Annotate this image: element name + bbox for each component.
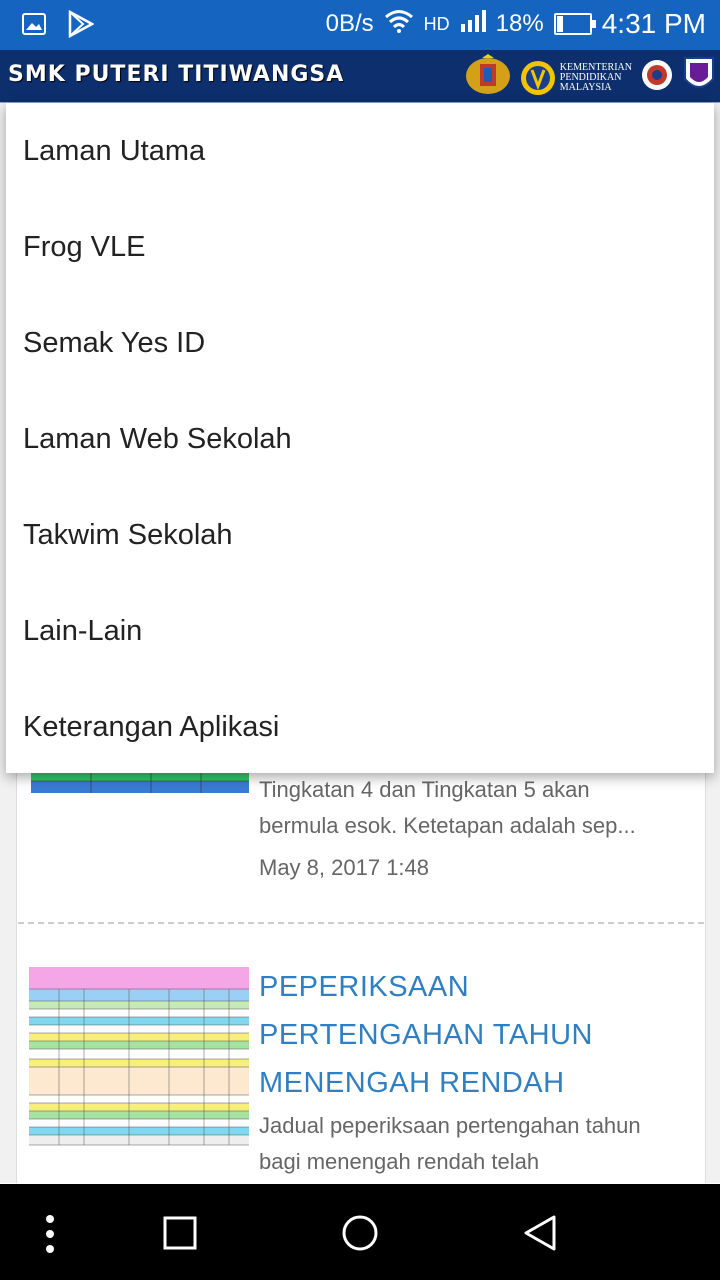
post-excerpt: Tingkatan 4 dan Tingkatan 5 akan bermula… (259, 772, 636, 844)
battery-percent: 18% (495, 10, 544, 37)
menu-item-keterangan-aplikasi[interactable]: Keterangan Aplikasi (6, 679, 714, 775)
menu-item-laman-utama[interactable]: Laman Utama (6, 103, 714, 199)
post-excerpt-line: Jadual peperiksaan pertengahan tahun (259, 1113, 641, 1138)
signal-icon (460, 9, 486, 39)
post-excerpt-line: bagi menengah rendah telah (259, 1149, 540, 1174)
post-excerpt: Jadual peperiksaan pertengahan tahun bag… (259, 1108, 641, 1180)
malaysia-coat-of-arms-icon (464, 54, 512, 101)
recent-apps-icon[interactable] (163, 1216, 197, 1255)
kpm-logo: KEMENTERIAN PENDIDIKAN MALAYSIA (520, 60, 632, 96)
post-title-line: PEPERIKSAAN (259, 971, 470, 1003)
post-title-line: PERTENGAHAN TAHUN (259, 1019, 593, 1051)
post-divider (18, 922, 704, 924)
menu-item-frog-vle[interactable]: Frog VLE (6, 199, 714, 295)
state-emblem-icon (640, 55, 674, 100)
gallery-notification-icon (22, 13, 46, 40)
system-navigation-bar (0, 1184, 720, 1280)
post-title[interactable]: PEPERIKSAAN PERTENGAHAN TAHUN MENENGAH R… (259, 963, 593, 1107)
post-excerpt-line: Tingkatan 4 dan Tingkatan 5 akan (259, 777, 590, 802)
battery-icon (553, 13, 596, 35)
header-banner: SMK PUTERI TITIWANGSA KEMENTERIAN PENDID… (0, 50, 720, 105)
status-bar: 0B/s HD 18% 4:31 PM (0, 0, 720, 50)
post-date: May 8, 2017 1:48 (259, 855, 430, 880)
menu-item-lain-lain[interactable]: Lain-Lain (6, 583, 714, 679)
wifi-icon (384, 9, 414, 40)
school-title: SMK PUTERI TITIWANGSA (8, 62, 345, 87)
menu-item-laman-web-sekolah[interactable]: Laman Web Sekolah (6, 391, 714, 487)
navigation-menu: Laman Utama Frog VLE Semak Yes ID Laman … (6, 103, 714, 773)
clock: 4:31 PM (601, 8, 706, 39)
post-title-line: MENENGAH RENDAH (259, 1067, 565, 1099)
ministry-line-3: MALAYSIA (559, 81, 612, 93)
post-excerpt-line: bermula esok. Ketetapan adalah sep... (259, 813, 636, 838)
menu-dots-icon[interactable] (44, 1214, 56, 1259)
menu-item-takwim-sekolah[interactable]: Takwim Sekolah (6, 487, 714, 583)
home-icon[interactable] (341, 1214, 379, 1257)
network-type: HD (423, 13, 450, 34)
back-icon[interactable] (522, 1214, 558, 1257)
menu-item-semak-yes-id[interactable]: Semak Yes ID (6, 295, 714, 391)
network-speed: 0B/s (325, 10, 374, 37)
school-crest-icon (682, 55, 716, 100)
post-thumbnail[interactable] (29, 967, 249, 1167)
play-store-notification-icon (68, 9, 95, 43)
